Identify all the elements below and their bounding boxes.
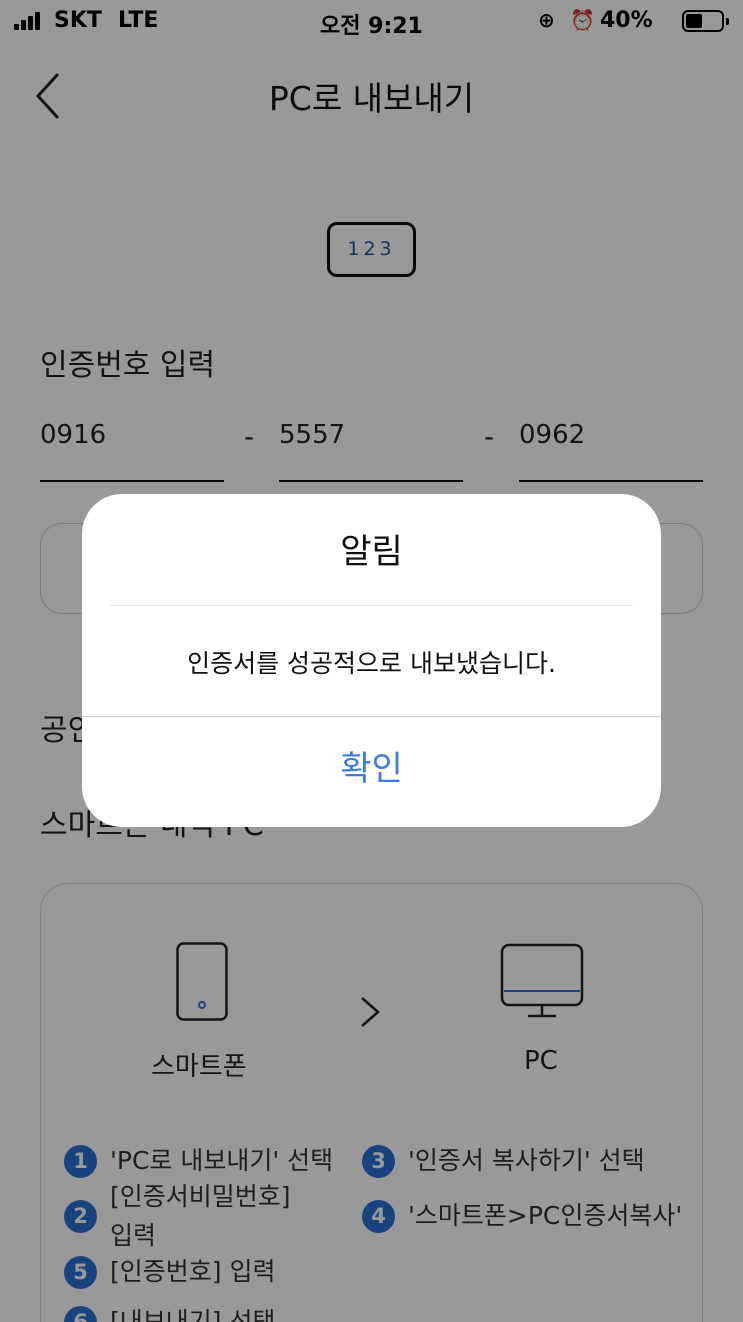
divider	[110, 605, 633, 606]
confirm-button[interactable]: 확인	[82, 717, 661, 827]
dialog-title: 알림	[340, 532, 403, 572]
alert-dialog: 알림 인증서를 성공적으로 내보냈습니다. 확인	[82, 494, 661, 827]
dialog-message: 인증서를 성공적으로 내보냈습니다.	[187, 649, 556, 678]
